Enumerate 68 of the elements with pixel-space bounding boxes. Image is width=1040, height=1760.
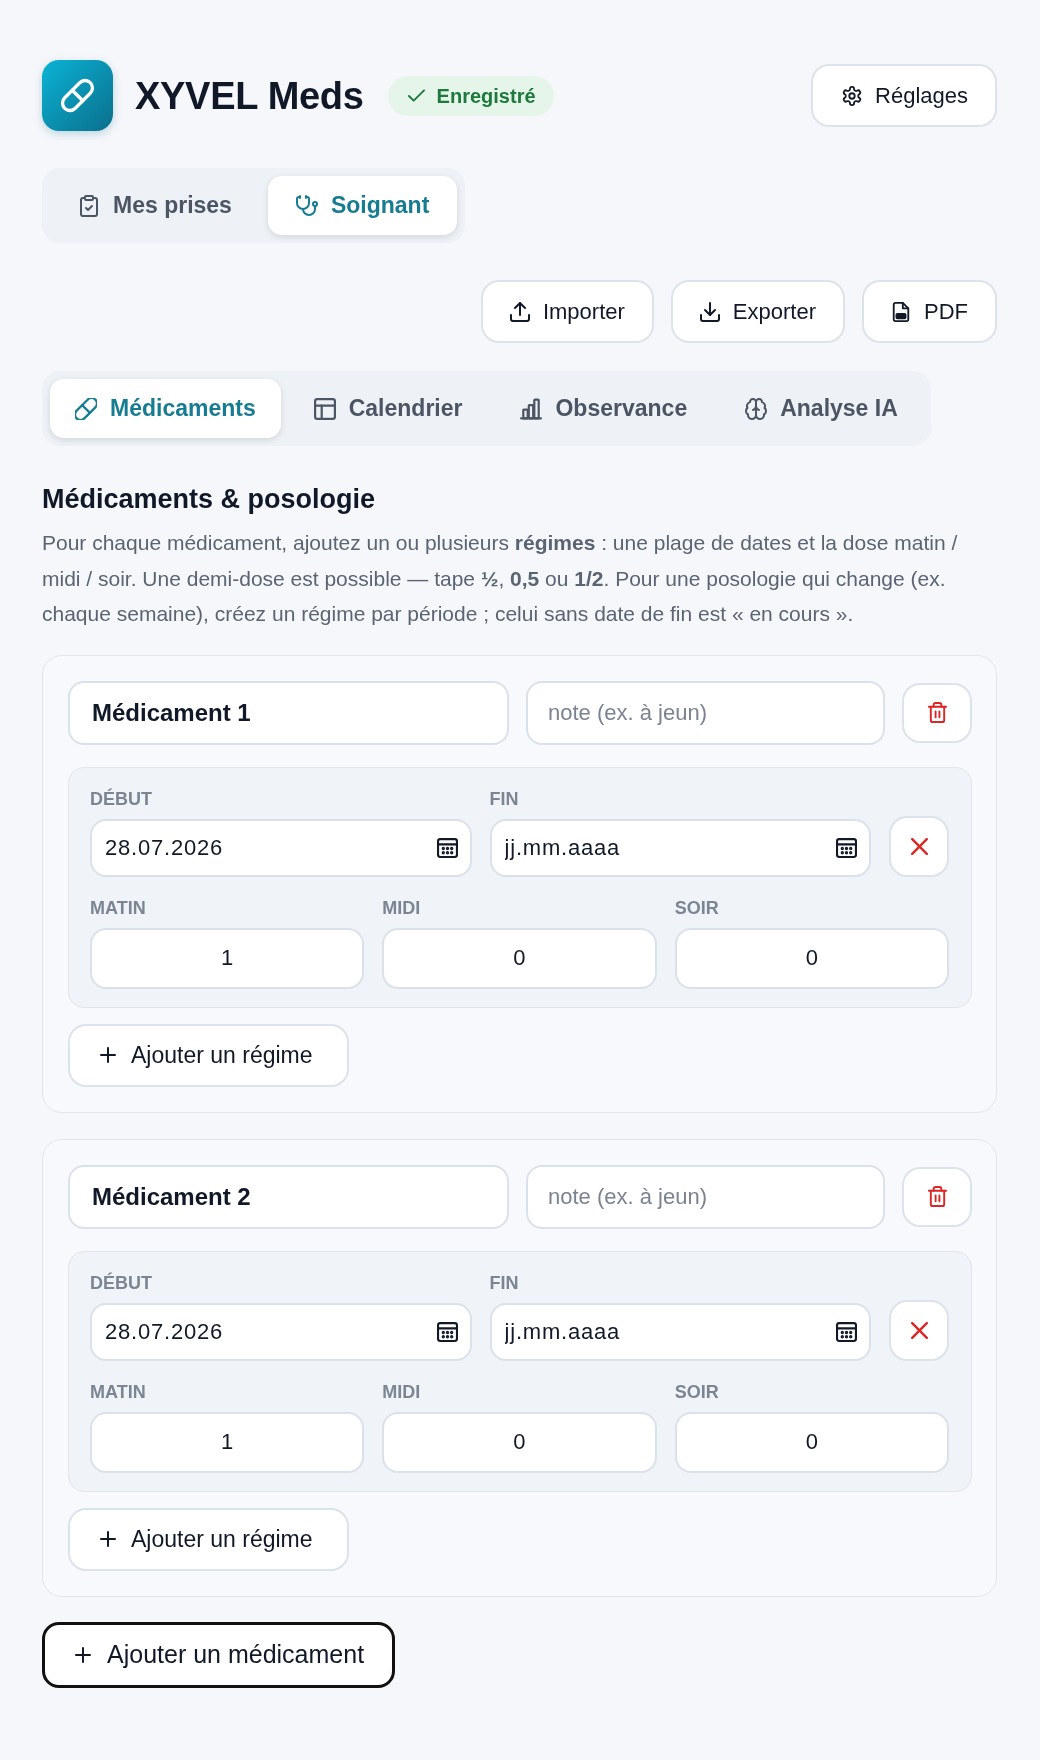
date-field[interactable]: 28.07.2026 (90, 1302, 472, 1361)
action-button[interactable]: Exporter (670, 280, 845, 343)
dose-field[interactable]: 0 (674, 927, 949, 989)
field-label: SOIR (674, 1380, 720, 1403)
mode-tab[interactable]: Mes prises (50, 176, 260, 235)
settings-button[interactable]: Réglages (811, 64, 997, 127)
table-icon (313, 397, 336, 420)
plus-icon (100, 1047, 116, 1064)
mode-tab[interactable]: Soignant (267, 176, 458, 235)
medication-name-field[interactable]: Médicament 1 (68, 680, 509, 745)
clipboard-check-icon (78, 194, 100, 217)
date-field[interactable]: jj.mm.aaaa (489, 1302, 871, 1361)
dose-field[interactable]: 0 (382, 927, 657, 989)
dose-field[interactable]: 0 (382, 1411, 657, 1473)
field-label: MIDI (382, 1380, 422, 1403)
plus-icon (100, 1531, 116, 1548)
field-label: MIDI (382, 896, 422, 919)
trash-icon (926, 702, 948, 724)
section-description: Pour chaque médicament, ajoutez un ou plusieurs régimes : une plage de dates et la dose matin / midi / soir. Une demi-dose est possible — tape ½, 0,5 ou 1/2. Pour une posologie qui change (ex. chaque semaine), créez un régime par période ; celui sans date de fin est « en cours ». (42, 530, 959, 628)
check-icon (407, 87, 425, 104)
trash-icon (926, 1186, 948, 1208)
close-icon (910, 837, 928, 855)
pill-icon (75, 397, 97, 420)
action-button[interactable]: Importer (480, 280, 654, 343)
add-regimen-button[interactable]: Ajouter un régime (68, 1507, 349, 1571)
section-title: Médicaments & posologie (42, 483, 377, 516)
section-tab[interactable]: Analyse IA (720, 379, 923, 438)
download-icon (699, 301, 720, 322)
calendar-icon[interactable] (436, 837, 458, 859)
stethoscope-icon (295, 194, 318, 217)
bar-chart-icon (520, 397, 543, 420)
section-tab[interactable]: Calendrier (288, 379, 488, 438)
add-regimen-button[interactable]: Ajouter un régime (68, 1023, 349, 1087)
delete-button[interactable] (902, 1166, 972, 1227)
field-label: SOIR (674, 896, 720, 919)
date-field[interactable]: 28.07.2026 (90, 818, 472, 877)
field-label: FIN (489, 1271, 520, 1294)
document-icon (891, 301, 911, 322)
field-label: DÉBUT (90, 1271, 153, 1294)
calendar-icon[interactable] (436, 1321, 458, 1343)
calendar-icon[interactable] (836, 837, 857, 859)
app-title: XYVEL Meds (135, 76, 364, 115)
calendar-icon[interactable] (836, 1321, 857, 1343)
remove-regimen-button[interactable] (889, 1299, 949, 1361)
pill-logo-icon (42, 60, 113, 131)
date-field[interactable]: jj.mm.aaaa (489, 818, 871, 877)
field-label: MATIN (90, 1380, 147, 1403)
brain-icon (745, 397, 768, 420)
remove-regimen-button[interactable] (889, 815, 949, 877)
field-label: DÉBUT (90, 787, 153, 810)
saved-status-text: Enregistré (436, 83, 536, 109)
section-tab[interactable]: Observance (495, 379, 713, 438)
medication-name-field[interactable]: Médicament 2 (68, 1164, 509, 1229)
note-field[interactable]: note (ex. à jeun) (526, 1164, 885, 1229)
close-icon (910, 1321, 928, 1339)
settings-icon (842, 85, 863, 106)
add-medication-button[interactable]: Ajouter un médicament (42, 1621, 396, 1688)
field-label: FIN (489, 787, 520, 810)
delete-button[interactable] (902, 682, 972, 743)
plus-icon (75, 1646, 91, 1663)
section-tab[interactable]: Médicaments (50, 379, 281, 438)
dose-field[interactable]: 1 (90, 927, 365, 989)
field-label: MATIN (90, 896, 147, 919)
dose-field[interactable]: 0 (674, 1411, 949, 1473)
note-field[interactable]: note (ex. à jeun) (526, 680, 885, 745)
action-button[interactable]: PDF (862, 280, 997, 343)
upload-icon (509, 301, 530, 322)
dose-field[interactable]: 1 (90, 1411, 365, 1473)
